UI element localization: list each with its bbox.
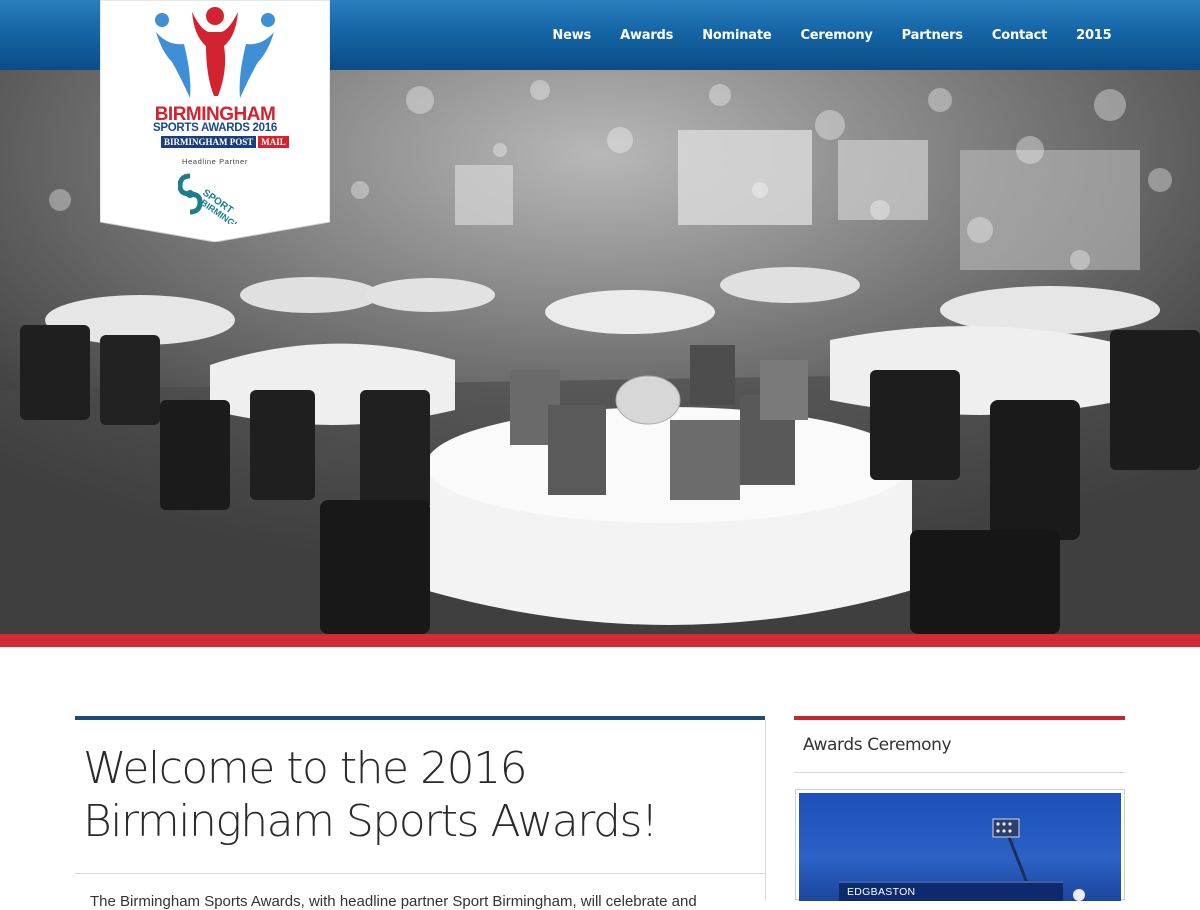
- headline-partner-label: Headline Partner: [182, 157, 248, 166]
- main-nav: News Awards Nominate Ceremony Partners C…: [538, 0, 1126, 70]
- main-top-rule: [75, 716, 765, 720]
- site-logo-badge[interactable]: BIRMINGHAM SPORTS AWARDS 2016 BIRMINGHAM…: [100, 0, 330, 242]
- nav-partners[interactable]: Partners: [887, 28, 977, 43]
- nav-news[interactable]: News: [538, 28, 606, 43]
- page-title: Welcome to the 2016 Birmingham Sports Aw…: [83, 743, 659, 847]
- accent-red-bar: [0, 634, 1200, 647]
- sidebar-top-rule: [794, 716, 1125, 720]
- nav-awards[interactable]: Awards: [606, 28, 688, 43]
- edgbaston-stadium-image: EDGBASTON: [799, 793, 1121, 901]
- ceremony-venue-card[interactable]: EDGBASTON: [795, 789, 1125, 901]
- birmingham-post-logo: BIRMINGHAM POST: [161, 136, 257, 148]
- sport-birmingham-logo: SPORT BIRMINGHAM: [178, 173, 253, 224]
- awards-figure-icon: [155, 7, 275, 98]
- logo-subtitle: SPORTS AWARDS 2016: [153, 122, 277, 134]
- mail-logo: MAIL: [258, 136, 289, 148]
- title-divider: [75, 873, 765, 874]
- nav-contact[interactable]: Contact: [977, 28, 1061, 43]
- column-divider: [765, 720, 766, 900]
- intro-paragraph: The Birmingham Sports Awards, with headl…: [90, 893, 697, 910]
- media-partner-logos: BIRMINGHAM POST MAIL: [161, 136, 289, 148]
- nav-2015[interactable]: 2015: [1062, 28, 1126, 43]
- sidebar-title: Awards Ceremony: [803, 735, 952, 755]
- nav-ceremony[interactable]: Ceremony: [786, 28, 887, 43]
- venue-name-label: EDGBASTON: [839, 881, 1063, 901]
- sidebar-title-divider: [794, 772, 1125, 773]
- nav-nominate[interactable]: Nominate: [688, 28, 786, 43]
